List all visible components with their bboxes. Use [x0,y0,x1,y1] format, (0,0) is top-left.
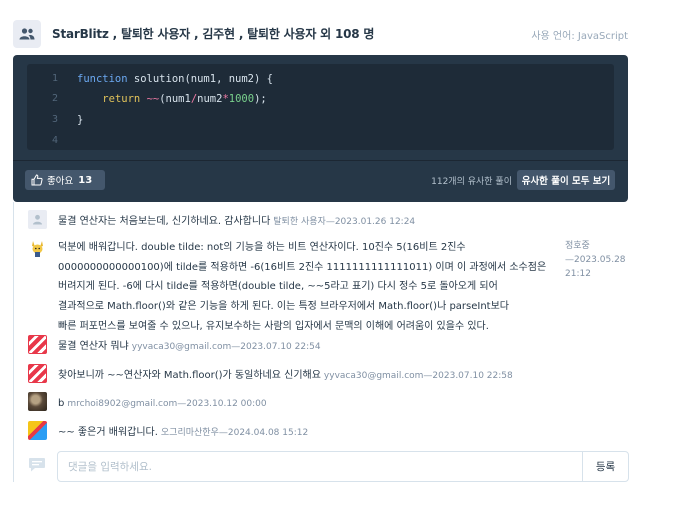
solution-header: StarBlitz , 탈퇴한 사용자 , 김주현 , 탈퇴한 사용자 외 10… [13,18,628,50]
avatar[interactable] [28,364,47,383]
comment-text-line: 빠른 퍼포먼스를 보여줄 수 있으나, 유지보수하는 사람의 입자에서 문맥의 … [58,320,489,332]
comment-text: b [58,398,65,409]
comment-form: 등록 [28,451,629,483]
avatar[interactable] [28,210,47,229]
comment-text: 찾아보니까 ~~연산자와 Math.floor()가 동일하네요 신기해요 [58,370,321,381]
comment-text: 물결 연산자는 처음보는데, 신기하네요. 감사합니다 [58,216,271,227]
avatar[interactable] [28,421,47,440]
comment-input[interactable] [57,451,583,482]
comment-content: b mrchoi8902@gmail.com—2023.10.12 00:00 [58,394,267,414]
comment-meta: mrchoi8902@gmail.com—2023.10.12 00:00 [67,399,267,409]
code-text: return ~~(num1/num2*1000); [77,92,267,106]
authors-title: StarBlitz , 탈퇴한 사용자 , 김주현 , 탈퇴한 사용자 외 10… [52,27,375,41]
code-card: 1 function solution(num1, num2) { 2 return… [13,55,628,202]
line-number: 3 [52,114,59,125]
comment-meta: 탈퇴한 사용자—2023.01.26 12:24 [273,217,416,227]
line-number: 4 [52,135,59,146]
avatar[interactable] [28,392,47,411]
code-token: 1000 [228,93,255,105]
comment-text-line: 결과적으로 Math.floor()와 같은 기능을 하게 된다. 이는 특정 … [58,301,510,313]
code-token: ~~ [146,93,160,105]
code-block: 1 function solution(num1, num2) { 2 return… [27,64,614,150]
avatar[interactable] [28,335,47,354]
code-text: } [77,113,83,127]
like-count: 13 [78,174,93,186]
thumbs-up-icon [31,174,43,186]
comment-meta: yyvaca30@gmail.com—2023.07.10 22:58 [323,371,513,381]
avatar[interactable] [28,239,47,258]
code-token: return [102,93,141,105]
card-divider [13,160,628,161]
language-label: 사용 언어: JavaScript [531,31,628,42]
comment-author: 정호중 [565,241,590,251]
line-number: 2 [52,93,59,104]
pokemon-avatar-icon [32,241,43,257]
view-all-similar-button[interactable]: 유사한 풀이 모두 보기 [517,170,615,190]
comment-text-line: 덕분에 배워갑니다. double tilde: not의 기능을 하는 비트 … [58,242,466,253]
comment-text: 물결 연산자 뭐냐 [58,341,129,352]
comment-section: 물결 연산자는 처음보는데, 신기하네요. 감사합니다 탈퇴한 사용자—2023.… [13,202,629,483]
submit-comment-button[interactable]: 등록 [582,451,629,482]
comment-content: 물결 연산자 뭐냐 yyvaca30@gmail.com—2023.07.10 2… [58,337,321,357]
comment-time: 21:12 [565,269,591,279]
like-label: 좋아요 [47,176,74,187]
group-icon [13,20,41,48]
line-number: 1 [52,73,59,84]
code-text: function solution(num1, num2) { [77,72,273,86]
comment-content: ~~ 좋은거 배워갑니다. 오그리마산한우—2024.04.08 15:12 [58,423,308,443]
code-token: ); [254,93,267,105]
chat-bubble-icon [29,458,45,472]
comment-meta: 오그리마산한우—2024.04.08 15:12 [160,428,309,438]
comment-text: ~~ 좋은거 배워갑니다. [58,427,158,438]
like-button[interactable]: 좋아요 13 [25,170,105,190]
code-token: solution(num1, num2) { [127,73,273,85]
comment-meta: 정호중 —2023.05.28 21:12 [565,239,635,281]
code-token: function [77,73,128,85]
code-token: num2 [197,93,223,105]
comment-date: —2023.05.28 [565,255,626,265]
comment-content: 덕분에 배워갑니다. double tilde: not의 기능을 하는 비트 … [58,238,558,337]
code-token: } [77,114,84,126]
comment-text-line: 0000000000000100)에 tilde를 적용하면 -6(16비트 2… [58,261,547,273]
comment-content: 물결 연산자는 처음보는데, 신기하네요. 감사합니다 탈퇴한 사용자—2023.… [58,212,415,232]
comment-content: 찾아보니까 ~~연산자와 Math.floor()가 동일하네요 신기해요 yyv… [58,366,513,386]
code-token: (num1 [159,93,191,105]
similar-count-text: 112개의 유사한 풀이 [431,177,512,187]
comment-text-line: 버려지게 된다. -6에 다시 tilde를 적용하면(double tilde… [58,281,498,293]
user-icon [33,214,42,225]
comment-meta: yyvaca30@gmail.com—2023.07.10 22:54 [131,342,321,352]
